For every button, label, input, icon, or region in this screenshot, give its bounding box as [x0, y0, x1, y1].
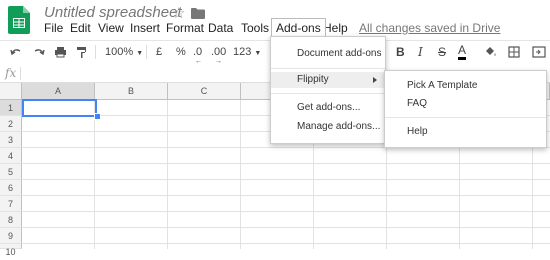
borders-icon[interactable] — [508, 44, 520, 60]
row-header-5[interactable]: 5 — [0, 164, 22, 180]
more-formats-button[interactable]: 123 ▼ — [233, 44, 261, 62]
text-color-button[interactable]: A — [458, 44, 467, 60]
addons-menu: Document add-ons Flippity Get add-ons...… — [270, 36, 386, 144]
menu-tools[interactable]: Tools — [241, 19, 269, 37]
column-header-a[interactable]: A — [22, 83, 95, 100]
redo-icon[interactable] — [33, 44, 45, 60]
submenu-item-label: Pick A Template — [407, 80, 478, 91]
sheets-logo-icon[interactable] — [8, 6, 30, 34]
menu-item-get-addons[interactable]: Get add-ons... — [271, 100, 385, 116]
chevron-down-icon: ▼ — [254, 50, 262, 57]
submenu-item-help[interactable]: Help — [385, 124, 546, 140]
menu-item-label: Manage add-ons... — [297, 121, 381, 132]
menu-item-label: Document add-ons — [297, 48, 382, 59]
row-header-2[interactable]: 2 — [0, 116, 22, 132]
bold-button[interactable]: B — [396, 44, 405, 60]
menu-divider — [271, 68, 385, 69]
menu-divider — [271, 93, 385, 94]
undo-icon[interactable] — [10, 44, 22, 60]
submenu-arrow-icon — [373, 77, 377, 83]
submenu-item-label: Help — [407, 126, 428, 137]
submenu-item-pick-template[interactable]: Pick A Template — [385, 78, 546, 94]
column-header-c[interactable]: C — [168, 83, 241, 100]
menu-file[interactable]: File — [44, 19, 63, 37]
menu-edit[interactable]: Edit — [70, 19, 91, 37]
menu-item-label: Flippity — [297, 74, 329, 85]
menu-item-document-addons[interactable]: Document add-ons — [271, 46, 385, 62]
fx-label: fx — [5, 66, 17, 80]
more-formats-label: 123 — [233, 46, 252, 58]
menu-addons[interactable]: Add-ons — [271, 18, 326, 38]
folder-icon[interactable] — [191, 6, 205, 19]
row-header-3[interactable]: 3 — [0, 132, 22, 148]
fill-handle[interactable] — [94, 113, 101, 120]
menu-format[interactable]: Format — [166, 19, 204, 37]
paint-format-icon[interactable] — [76, 44, 87, 60]
menu-help[interactable]: Help — [323, 19, 348, 37]
column-header-b[interactable]: B — [95, 83, 168, 100]
row-header-1[interactable]: 1 — [0, 100, 22, 116]
formula-divider — [20, 67, 21, 80]
strikethrough-button[interactable]: S — [438, 44, 446, 60]
zoom-select[interactable]: 100% ▼ — [105, 44, 143, 62]
print-icon[interactable] — [54, 44, 67, 60]
flippity-submenu: Pick A Template FAQ Help — [384, 70, 547, 148]
chevron-down-icon: ▼ — [136, 50, 144, 57]
fill-color-icon[interactable] — [484, 44, 497, 60]
menu-item-label: Get add-ons... — [297, 102, 361, 113]
menu-insert[interactable]: Insert — [130, 19, 160, 37]
italic-button[interactable]: I — [418, 44, 423, 60]
save-status-link[interactable]: All changes saved in Drive — [359, 19, 500, 37]
percent-format-button[interactable]: % — [176, 44, 186, 60]
zoom-value: 100% — [105, 46, 134, 58]
selected-cell-a1[interactable] — [22, 99, 97, 117]
row-header-7[interactable]: 7 — [0, 196, 22, 212]
submenu-item-faq[interactable]: FAQ — [385, 96, 546, 112]
merge-cells-icon[interactable] — [532, 44, 546, 60]
row-header-4[interactable]: 4 — [0, 148, 22, 164]
menu-data[interactable]: Data — [208, 19, 233, 37]
toolbar-divider — [146, 45, 147, 59]
toolbar-divider — [95, 45, 96, 59]
row-header-6[interactable]: 6 — [0, 180, 22, 196]
select-all-corner[interactable] — [0, 83, 22, 100]
row-header-9[interactable]: 9 — [0, 228, 22, 244]
row-header-10[interactable]: 10 — [0, 244, 22, 257]
menu-item-flippity[interactable]: Flippity — [271, 72, 385, 88]
row-header-8[interactable]: 8 — [0, 212, 22, 228]
currency-format-button[interactable]: £ — [156, 44, 162, 60]
submenu-item-label: FAQ — [407, 98, 428, 109]
menu-divider — [385, 117, 546, 118]
menu-item-manage-addons[interactable]: Manage add-ons... — [271, 119, 385, 135]
menu-view[interactable]: View — [98, 19, 124, 37]
